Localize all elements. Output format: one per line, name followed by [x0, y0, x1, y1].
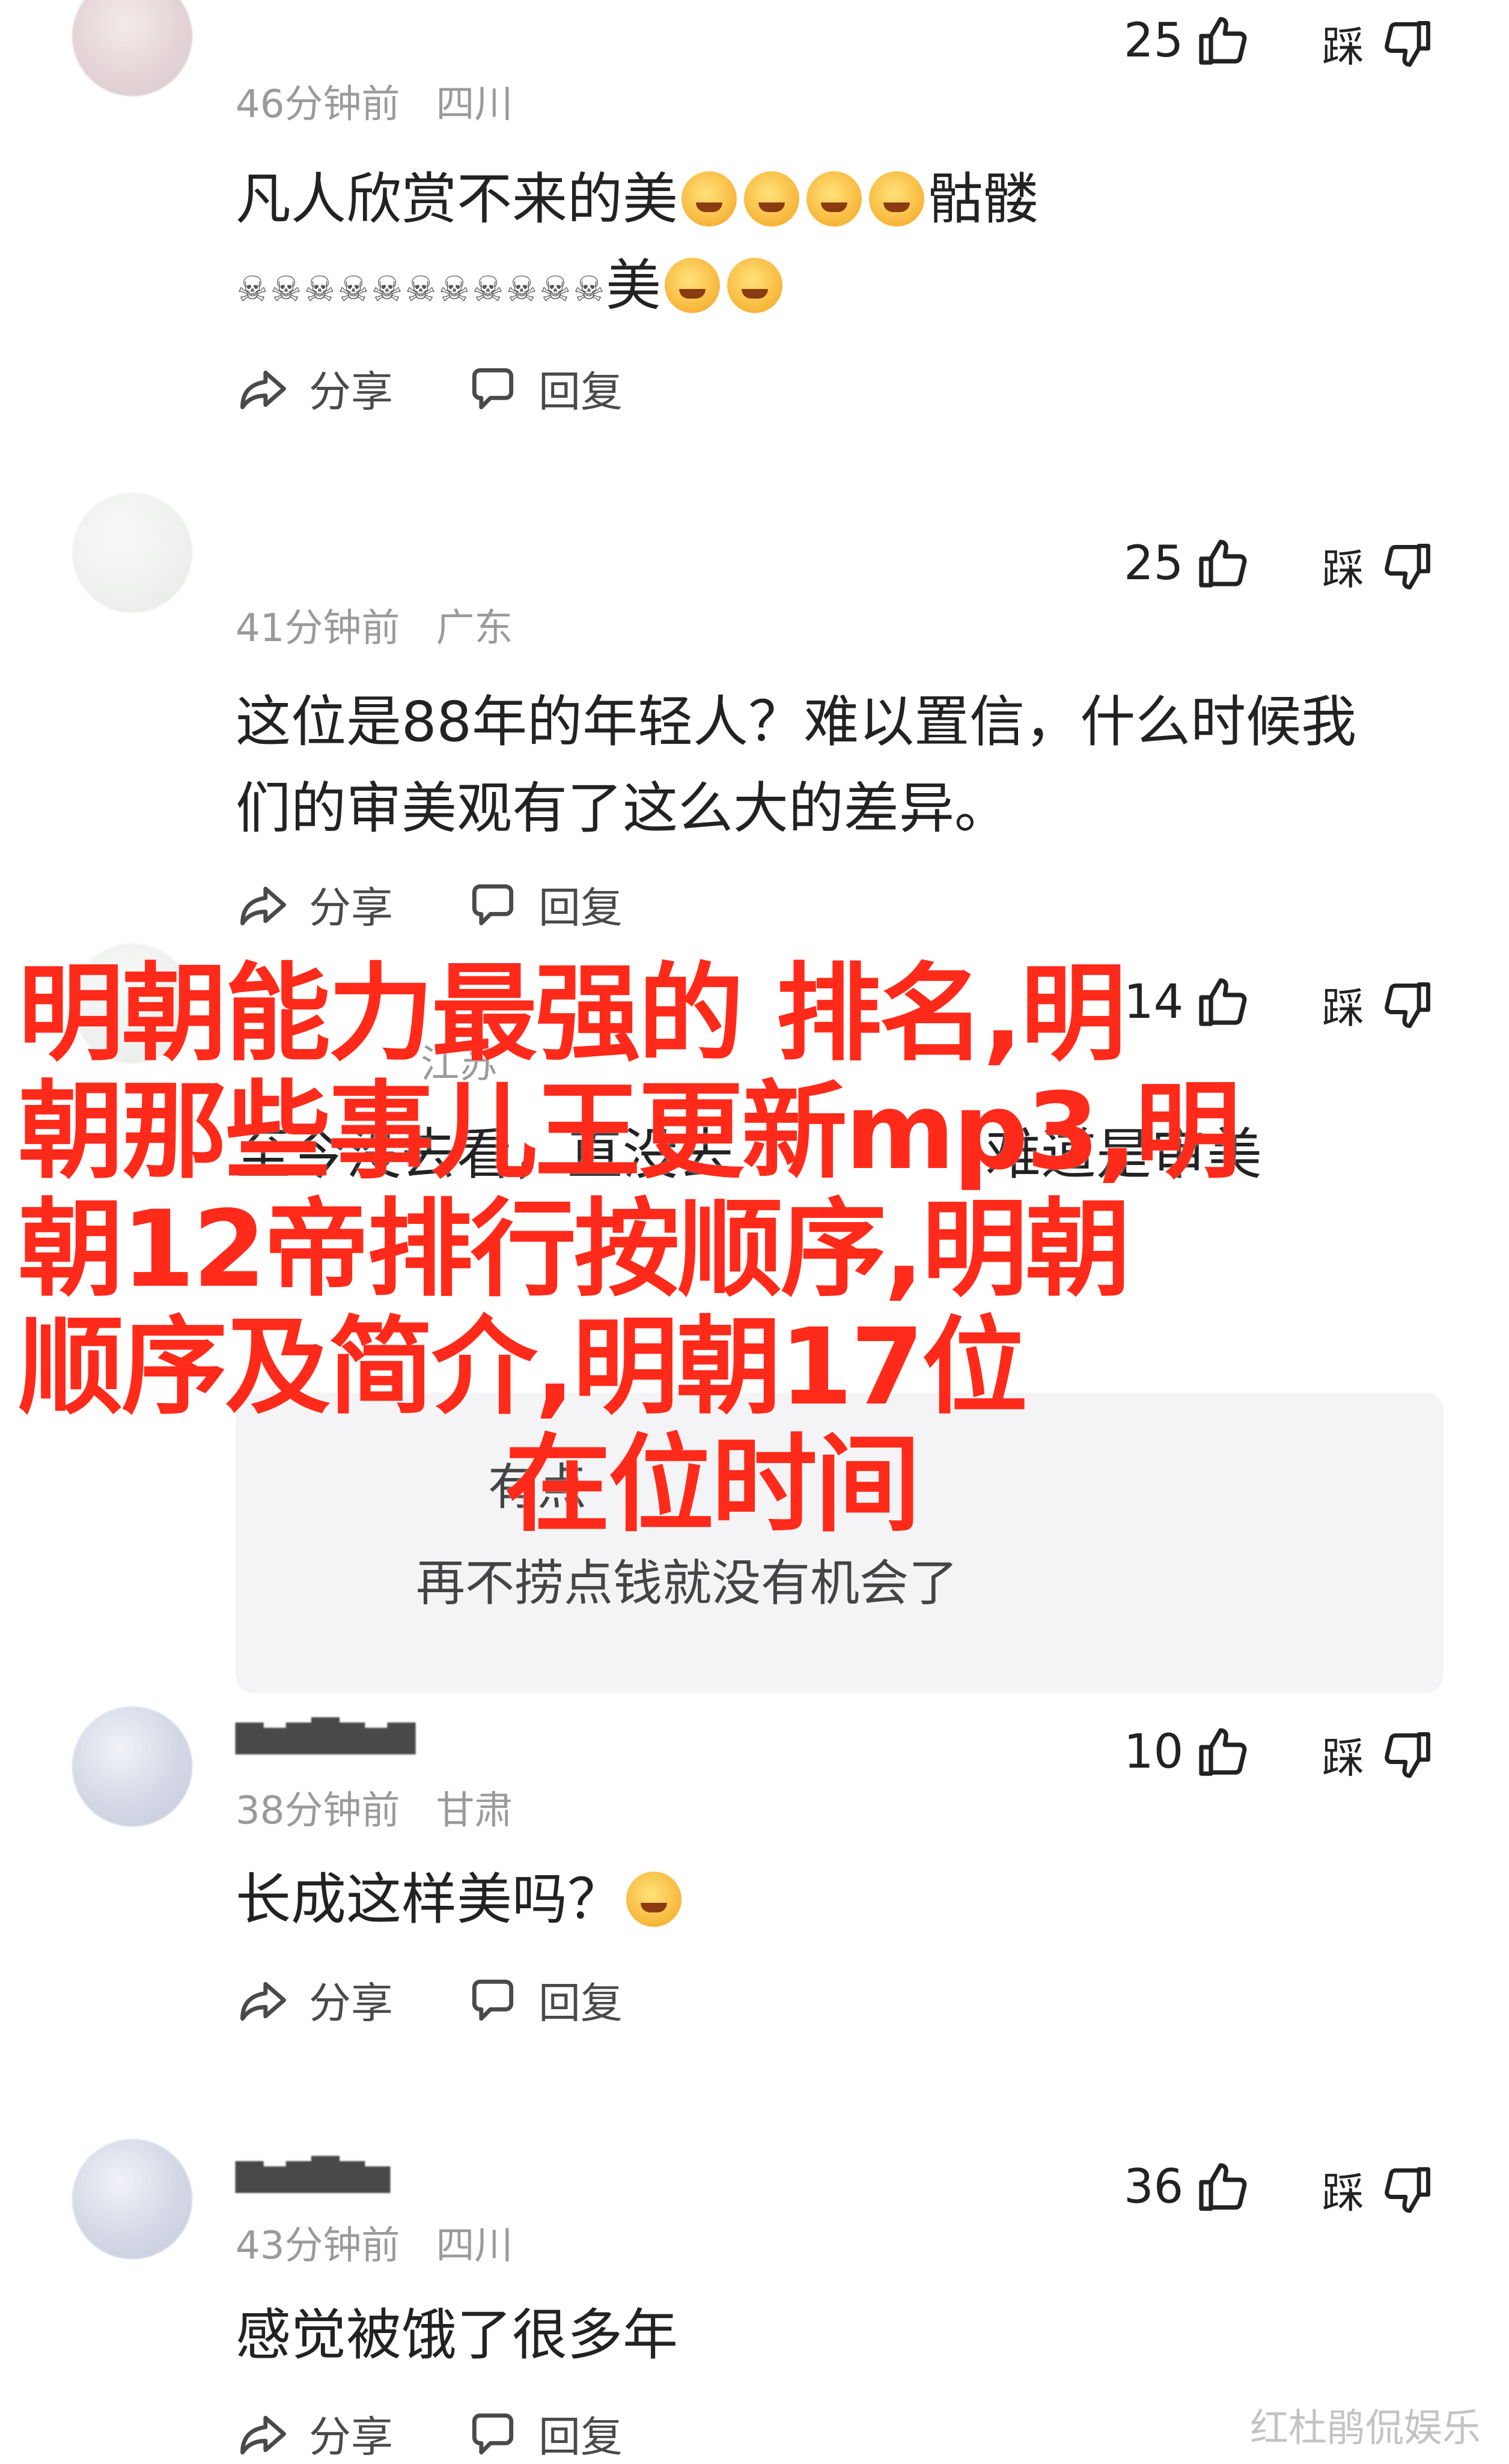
dislike-button[interactable]: 踩: [1322, 1724, 1435, 1785]
username-blurred[interactable]: ▆▅▆▇▆▅▆: [236, 1712, 415, 1754]
tongue-emoji-icon: [806, 171, 862, 227]
grin-emoji-icon: [681, 171, 737, 227]
comment-time: 46分钟前: [236, 82, 400, 127]
comment-meta: 43分钟前 四川: [236, 2215, 513, 2270]
like-count: 25: [1124, 14, 1184, 68]
overlay-line: 顺序及简介,明朝17位: [18, 1306, 1028, 1429]
like-button[interactable]: 36: [1124, 2158, 1252, 2216]
thumbs-up-icon: [1194, 12, 1252, 70]
dislike-button[interactable]: 踩: [1322, 2159, 1435, 2220]
like-count: 36: [1124, 2160, 1184, 2214]
title-overlay: 明朝能力最强的 排名,明 朝那些事儿王更新mp3,明 朝12帝排行按顺序,明朝 …: [18, 955, 1340, 1544]
avatar[interactable]: [72, 493, 192, 613]
comment-region: 四川: [436, 2224, 513, 2268]
comment-text: 凡人欣赏不来的美 骷髅 ☠☠☠☠☠☠☠☠☠☠☠美: [236, 167, 1039, 318]
grin-emoji-icon: [665, 258, 721, 313]
comment-meta: 46分钟前 四川: [236, 73, 513, 129]
thumbs-up-icon: [1194, 2158, 1252, 2216]
share-button[interactable]: 分享: [236, 1970, 393, 2030]
overlay-line: 朝那些事儿王更新mp3,明: [18, 1070, 1241, 1193]
comment-actions: 分享 回复: [236, 2403, 695, 2464]
reply-button[interactable]: 回复: [465, 2403, 623, 2464]
avatar[interactable]: [72, 1706, 192, 1827]
tongue-emoji-icon: [744, 171, 800, 227]
shocked-emoji-icon: [626, 1872, 682, 1927]
thumbs-up-icon: [1194, 1723, 1252, 1781]
overlay-line: 明朝能力最强的 排名,明: [18, 952, 1126, 1075]
like-button[interactable]: 10: [1124, 1723, 1252, 1781]
dislike-button[interactable]: 踩: [1322, 13, 1435, 74]
thumbs-down-icon: [1380, 978, 1435, 1033]
comment-region: 甘肃: [436, 1789, 513, 1833]
thumbs-down-icon: [1380, 1727, 1435, 1783]
comment-time: 43分钟前: [236, 2224, 400, 2268]
like-count: 25: [1124, 537, 1184, 591]
comment-actions: 分享 回复: [236, 1970, 695, 2030]
thumbs-down-icon: [1380, 16, 1435, 71]
comment-text: 长成这样美吗？: [236, 1857, 1437, 1943]
share-button[interactable]: 分享: [236, 2403, 393, 2464]
overlay-line: 在位时间: [505, 1423, 921, 1547]
comment-region: 四川: [436, 82, 513, 127]
reply-button[interactable]: 回复: [465, 1970, 623, 2030]
reply-button[interactable]: 回复: [465, 358, 623, 419]
thumbs-down-icon: [1380, 2162, 1435, 2218]
share-button[interactable]: 分享: [236, 874, 393, 935]
tongue-emoji-icon: [727, 258, 783, 313]
comment-text: 感觉被饿了很多年: [236, 2303, 678, 2367]
reply-line: 再不捞点钱就没有机会了: [416, 1555, 959, 1612]
watermark: 红杜鹃侃娱乐: [1250, 2406, 1481, 2451]
comment-meta: 38分钟前 甘肃: [236, 1780, 513, 1835]
thumbs-down-icon: [1380, 539, 1435, 594]
avatar[interactable]: [72, 0, 192, 96]
avatar[interactable]: [72, 2139, 192, 2259]
comment-meta: 41分钟前 广东: [236, 597, 513, 653]
comment-time: 38分钟前: [236, 1789, 400, 1833]
comment-time: 41分钟前: [236, 606, 400, 651]
dislike-button[interactable]: 踩: [1322, 536, 1435, 597]
comment-region: 广东: [436, 606, 513, 651]
comment-text: 这位是88年的年轻人？难以置信，什么时候我 们的审美观有了这么大的差异。: [236, 690, 1357, 841]
reply-button[interactable]: 回复: [465, 874, 623, 935]
tongue-emoji-icon: [869, 171, 925, 227]
overlay-line: 朝12帝排行按顺序,明朝: [18, 1188, 1131, 1311]
skull-icons: ☠☠☠☠☠☠☠☠☠☠☠: [237, 269, 605, 309]
comment-actions: 分享 回复: [236, 358, 695, 419]
like-button[interactable]: 25: [1124, 535, 1252, 592]
like-button[interactable]: 25: [1124, 12, 1252, 70]
comment-actions: 分享 回复: [236, 874, 695, 935]
thumbs-up-icon: [1194, 535, 1252, 592]
username-blurred[interactable]: ▆▅▆▇▆▅: [236, 2151, 390, 2193]
share-button[interactable]: 分享: [236, 358, 393, 419]
like-count: 10: [1124, 1725, 1184, 1779]
